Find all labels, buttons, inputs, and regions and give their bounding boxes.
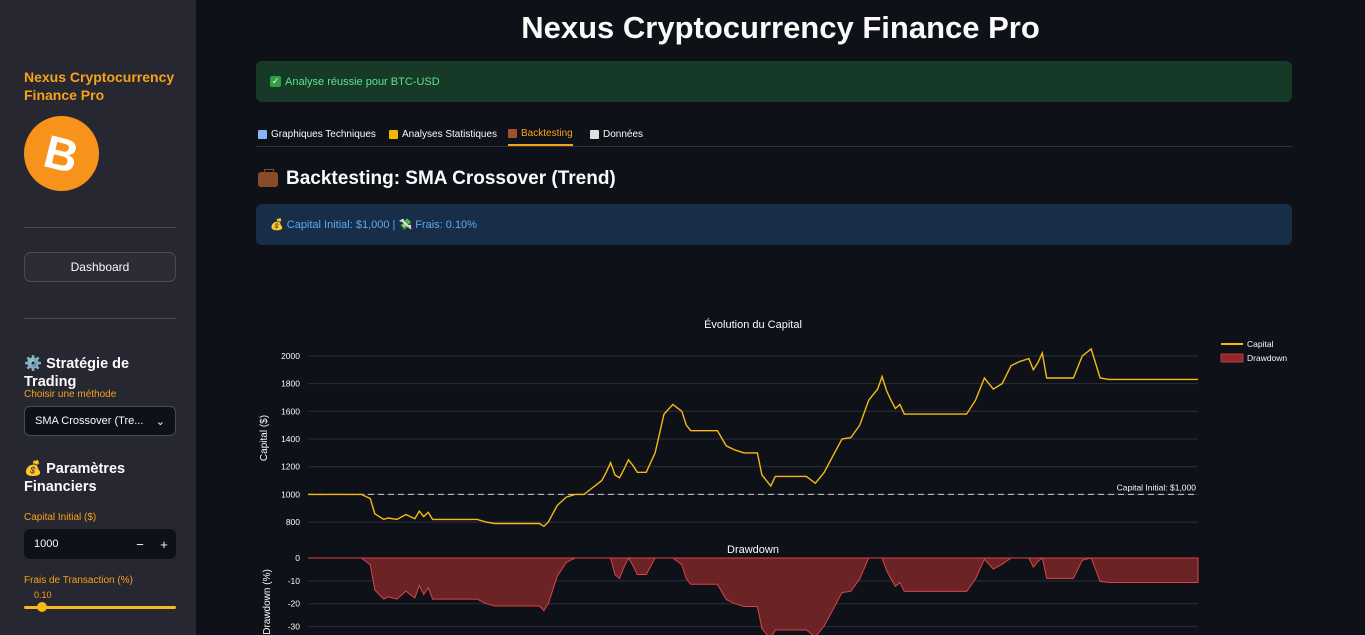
section-heading: Backtesting: SMA Crossover (Trend) — [258, 168, 616, 190]
check-icon: ✓ — [270, 76, 281, 87]
capital-chart-title: Évolution du Capital — [704, 318, 802, 331]
briefcase-icon — [508, 129, 517, 138]
tab-label: Données — [603, 128, 644, 140]
dashboard-button[interactable]: Dashboard — [24, 252, 176, 282]
capital-y-tick: 1600 — [281, 406, 300, 416]
method-label: Choisir une méthode — [24, 389, 117, 400]
capital-y-tick: 1800 — [281, 379, 300, 389]
tab-label: Graphiques Techniques — [271, 128, 376, 140]
section-heading-text: Backtesting: SMA Crossover (Trend) — [286, 168, 616, 189]
method-select-value: SMA Crossover (Tre... — [35, 415, 144, 427]
tab-analyses-statistiques[interactable]: Analyses Statistiques — [389, 123, 497, 145]
capital-label: Capital Initial ($) — [24, 512, 97, 523]
capital-y-axis-label: Capital ($) — [259, 415, 270, 461]
legend-drawdown-swatch — [1220, 353, 1244, 363]
capital-y-tick: 1000 — [281, 489, 300, 499]
increment-button[interactable]: + — [152, 537, 176, 552]
initial-capital-label: Capital Initial: $1,000 — [1117, 482, 1197, 492]
backtest-chart[interactable]: Évolution du Capital Capital ($) 800 1000… — [256, 300, 1316, 635]
strategy-heading: ⚙️ Stratégie de Trading — [24, 356, 130, 390]
capital-y-tick: 1400 — [281, 434, 300, 444]
document-icon — [590, 129, 599, 139]
info-text: 💰 Capital Initial: $1,000 | 💸 Frais: 0.1… — [270, 219, 477, 231]
chevron-down-icon: ⌄ — [155, 415, 165, 428]
tab-bar: Graphiques Techniques Analyses Statistiq… — [256, 118, 1292, 147]
chart-line-icon — [258, 129, 267, 139]
success-alert: ✓ Analyse réussie pour BTC-USD — [256, 61, 1292, 102]
sidebar-divider — [24, 227, 176, 228]
capital-y-tick: 2000 — [281, 351, 300, 361]
tab-label: Analyses Statistiques — [402, 128, 498, 140]
sidebar: Nexus Cryptocurrency Finance Pro B Dashb… — [0, 0, 196, 635]
capital-y-tick: 800 — [286, 517, 300, 527]
sidebar-divider — [24, 318, 176, 319]
capital-input[interactable]: 1000 − + — [24, 529, 176, 559]
drawdown-y-tick: -30 — [288, 622, 301, 632]
tab-backtesting[interactable]: Backtesting — [508, 123, 573, 146]
bar-chart-icon — [389, 129, 398, 139]
drawdown-chart-title: Drawdown — [727, 544, 779, 556]
drawdown-y-tick: -10 — [288, 576, 301, 586]
bitcoin-logo-icon: B — [16, 108, 107, 199]
success-text: Analyse réussie pour BTC-USD — [285, 75, 440, 88]
tab-donnees[interactable]: Données — [590, 123, 643, 145]
drawdown-y-tick: 0 — [295, 553, 300, 563]
drawdown-y-tick: -20 — [288, 599, 301, 609]
tab-label: Backtesting — [521, 128, 573, 139]
legend-capital-label: Capital — [1247, 339, 1274, 349]
info-alert: 💰 Capital Initial: $1,000 | 💸 Frais: 0.1… — [256, 204, 1292, 245]
fees-slider-thumb[interactable] — [37, 602, 47, 612]
drawdown-y-axis-label: Drawdown (%) — [262, 569, 273, 635]
capital-y-tick: 1200 — [281, 462, 300, 472]
fees-slider-value: 0.10 — [34, 590, 52, 600]
method-select[interactable]: SMA Crossover (Tre... ⌄ — [24, 406, 176, 436]
tab-graphiques-techniques[interactable]: Graphiques Techniques — [258, 123, 376, 145]
decrement-button[interactable]: − — [128, 537, 152, 552]
fees-label: Frais de Transaction (%) — [24, 575, 133, 586]
briefcase-icon — [258, 168, 278, 187]
sidebar-title: Nexus Cryptocurrency Finance Pro — [24, 69, 175, 103]
legend-drawdown-label: Drawdown — [1247, 353, 1287, 363]
finance-heading: 💰 Paramètres Financiers — [24, 461, 126, 495]
page-title: Nexus Cryptocurrency Finance Pro — [521, 10, 1040, 45]
capital-value[interactable]: 1000 — [24, 538, 128, 550]
